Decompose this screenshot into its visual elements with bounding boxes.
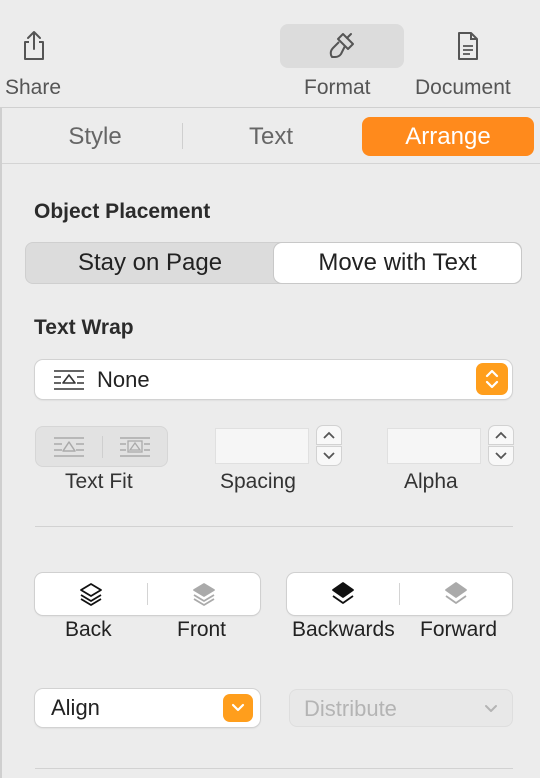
forward-label: Forward — [420, 618, 498, 641]
front-label: Front — [177, 618, 227, 641]
alpha-up-arrow-icon[interactable] — [488, 425, 514, 445]
tab-style[interactable]: Style — [30, 117, 160, 156]
align-label: Align — [51, 695, 100, 720]
move-with-text-label: Move with Text — [318, 249, 477, 276]
tab-divider — [182, 123, 183, 149]
spacing-label: Spacing — [220, 470, 296, 493]
tab-text-label: Text — [248, 122, 293, 150]
format-label: Format — [304, 76, 371, 99]
text-wrap-popup[interactable]: None — [35, 360, 512, 399]
spacing-down-arrow-icon[interactable] — [316, 446, 342, 466]
text-wrap-value: None — [97, 367, 150, 392]
share-label: Share — [5, 76, 62, 99]
chevron-down-icon — [223, 694, 253, 722]
move-with-text-option[interactable]: Move with Text — [274, 243, 521, 283]
tab-text[interactable]: Text — [206, 117, 336, 156]
stay-on-page-option[interactable]: Stay on Page — [26, 243, 274, 283]
backwards-label: Backwards — [292, 618, 395, 641]
backwards-forward-group — [287, 573, 512, 615]
document-icon — [448, 24, 488, 68]
paintbrush-icon — [280, 24, 404, 68]
layers-front-icon — [193, 583, 215, 606]
forward-button[interactable] — [400, 573, 512, 615]
distribute-popup[interactable]: Distribute — [289, 689, 513, 727]
alpha-stepper[interactable] — [488, 425, 514, 467]
spacing-field[interactable] — [215, 428, 309, 464]
back-front-group — [35, 573, 260, 615]
share-icon — [14, 24, 54, 68]
updown-arrows-icon — [476, 363, 508, 395]
layer-backward-icon — [332, 582, 354, 604]
text-fit-box-button[interactable] — [103, 427, 167, 466]
text-fit-control — [35, 426, 168, 467]
toolbar: Share Format Document — [0, 0, 540, 108]
front-button[interactable] — [148, 573, 260, 615]
object-placement-heading: Object Placement — [34, 200, 211, 223]
tab-style-label: Style — [68, 122, 122, 150]
alpha-field[interactable] — [387, 428, 481, 464]
document-button[interactable]: Document — [410, 0, 530, 108]
document-label: Document — [415, 76, 511, 99]
alpha-label: Alpha — [404, 470, 458, 493]
spacing-up-arrow-icon[interactable] — [316, 425, 342, 445]
back-label: Back — [65, 618, 112, 641]
section-divider — [35, 526, 513, 527]
wrap-none-icon — [53, 369, 85, 396]
text-fit-tight-button[interactable] — [36, 427, 102, 466]
distribute-chevron-icon — [485, 705, 497, 712]
text-wrap-heading: Text Wrap — [34, 316, 134, 339]
backwards-button[interactable] — [287, 573, 399, 615]
format-button[interactable]: Format — [280, 0, 404, 108]
tab-arrange-label: Arrange — [405, 122, 491, 150]
text-fit-box-icon — [120, 436, 150, 457]
align-popup[interactable]: Align — [35, 689, 260, 727]
spacing-stepper[interactable] — [316, 425, 342, 467]
tab-arrange[interactable]: Arrange — [362, 117, 534, 156]
stay-on-page-label: Stay on Page — [77, 249, 223, 276]
bottom-divider — [35, 768, 513, 769]
back-button[interactable] — [35, 573, 147, 615]
object-placement-control: Stay on Page Move with Text — [25, 242, 522, 284]
inspector-panel: Style Text Arrange Object Placement Stay… — [0, 108, 540, 778]
layers-back-icon — [80, 583, 102, 606]
layer-forward-icon — [445, 582, 467, 604]
text-fit-tight-icon — [54, 436, 84, 457]
text-fit-label: Text Fit — [65, 470, 133, 493]
alpha-down-arrow-icon[interactable] — [488, 446, 514, 466]
inspector-tabs: Style Text Arrange — [2, 108, 540, 164]
distribute-label: Distribute — [304, 696, 397, 721]
share-button[interactable]: Share — [0, 0, 70, 108]
